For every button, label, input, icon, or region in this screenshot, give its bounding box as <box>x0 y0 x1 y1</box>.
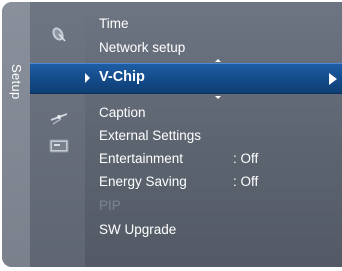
menu-item-v-chip[interactable]: V-Chip <box>99 69 145 85</box>
menu-item-energy-saving[interactable]: Energy Saving <box>99 174 187 189</box>
side-tab: Setup <box>2 2 31 267</box>
scroll-down-icon <box>215 96 221 99</box>
energy-saving-value: : Off <box>233 174 259 189</box>
menu-item-network-setup[interactable]: Network setup <box>99 40 185 55</box>
menu-item-sw-upgrade[interactable]: SW Upgrade <box>99 222 176 237</box>
menu-item-pip: PIP <box>99 198 121 213</box>
input-icon[interactable] <box>49 138 69 158</box>
selected-row-highlight <box>30 63 342 94</box>
submenu-arrow-icon <box>329 73 337 85</box>
antenna-icon[interactable] <box>49 108 69 128</box>
scroll-up-icon <box>215 59 221 62</box>
category-icon-column <box>30 2 85 267</box>
side-tab-label: Setup <box>9 64 24 100</box>
entertainment-value: : Off <box>233 151 259 166</box>
satellite-dish-icon[interactable] <box>49 24 69 44</box>
selection-cursor-icon <box>85 73 90 83</box>
setup-menu-panel: Setup Time Network setup V-Chip Caption … <box>2 2 342 267</box>
menu-item-time[interactable]: Time <box>99 16 129 31</box>
menu-item-entertainment[interactable]: Entertainment <box>99 151 183 166</box>
menu-item-caption[interactable]: Caption <box>99 105 146 120</box>
menu-item-external-settings[interactable]: External Settings <box>99 128 201 143</box>
